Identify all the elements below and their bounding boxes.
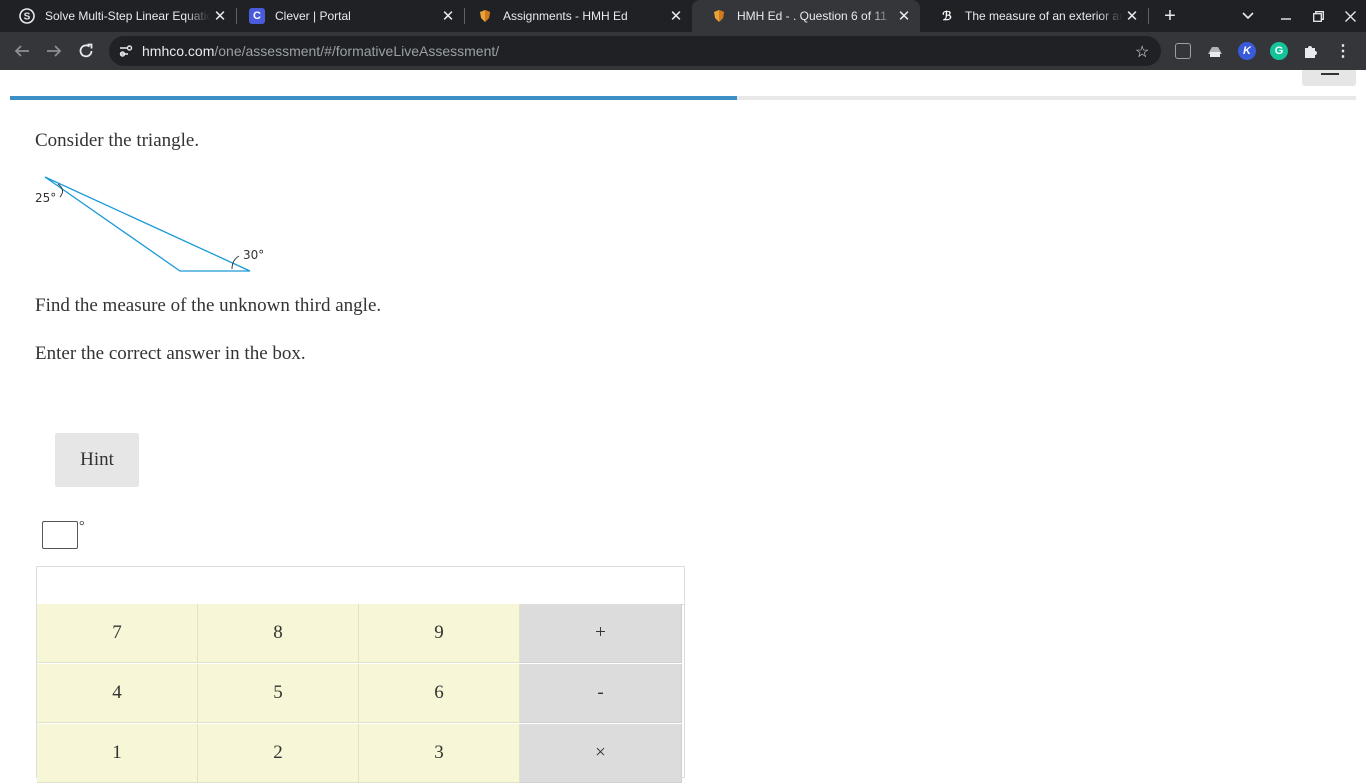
url-path: /one/assessment/#/formativeLiveAssessmen… <box>214 43 500 59</box>
key-4[interactable]: 4 <box>37 664 198 723</box>
instruction-text: Enter the correct answer in the box. <box>35 343 306 364</box>
key-times[interactable]: × <box>520 724 682 783</box>
key-plus[interactable]: + <box>520 604 682 663</box>
tab-title: Assignments - HMH Ed <box>503 9 628 23</box>
tab-title: Clever | Portal <box>275 9 351 23</box>
kami-extension-icon[interactable]: K <box>1238 42 1256 60</box>
brainly-icon: ℬ <box>942 9 952 23</box>
browser-toolbar: hmhco.com/one/assessment/#/formativeLive… <box>0 32 1366 70</box>
key-2[interactable]: 2 <box>198 724 359 783</box>
tab-title: The measure of an exterior an <box>965 9 1122 23</box>
url-host: hmhco.com <box>142 43 215 59</box>
url-text: hmhco.com/one/assessment/#/formativeLive… <box>142 43 499 59</box>
grammarly-extension-icon[interactable]: G <box>1270 42 1288 60</box>
key-7[interactable]: 7 <box>37 604 198 663</box>
tab-hmh-question[interactable]: HMH Ed - . Question 6 of 11 ✕ <box>692 0 920 32</box>
tab-exterior-angle[interactable]: ℬ The measure of an exterior an ✕ <box>920 0 1148 32</box>
kebab-menu-icon[interactable]: ⋮ <box>1334 42 1352 60</box>
address-bar[interactable]: hmhco.com/one/assessment/#/formativeLive… <box>109 36 1161 66</box>
tab-title: Solve Multi-Step Linear Equatio <box>45 9 210 23</box>
assessment-menu-button[interactable] <box>1302 70 1356 86</box>
triangle-diagram: 25° 30° <box>35 176 264 272</box>
close-icon[interactable]: ✕ <box>210 6 230 26</box>
restore-icon[interactable] <box>1302 0 1334 32</box>
svg-text:S: S <box>24 12 31 23</box>
tab-title: HMH Ed - . Question 6 of 11 <box>737 9 887 23</box>
reload-icon[interactable] <box>72 37 100 65</box>
key-3[interactable]: 3 <box>359 724 520 783</box>
close-window-icon[interactable] <box>1334 0 1366 32</box>
tab-clever-portal[interactable]: C Clever | Portal ✕ <box>230 0 464 32</box>
tab-solve-equations[interactable]: S Solve Multi-Step Linear Equatio ✕ <box>0 0 236 32</box>
progress-bar <box>10 96 1356 100</box>
extensions-puzzle-icon[interactable] <box>1302 42 1320 60</box>
angle-label-30: 30° <box>243 248 264 262</box>
tab-separator <box>1148 8 1149 24</box>
key-1[interactable]: 1 <box>37 724 198 783</box>
key-9[interactable]: 9 <box>359 604 520 663</box>
minimize-icon[interactable] <box>1270 0 1302 32</box>
hmh-icon <box>477 8 493 24</box>
screen-capture-extension-icon[interactable] <box>1175 43 1191 59</box>
key-5[interactable]: 5 <box>198 664 359 723</box>
close-icon[interactable]: ✕ <box>1122 6 1142 26</box>
new-tab-icon[interactable]: + <box>1154 0 1186 32</box>
tab-assignments[interactable]: Assignments - HMH Ed ✕ <box>458 0 692 32</box>
angle-arc-b <box>231 255 240 270</box>
angle-label-25: 25° <box>35 191 56 205</box>
close-icon[interactable]: ✕ <box>894 6 914 26</box>
triangle-shape <box>44 176 251 272</box>
question-text: Find the measure of the unknown third an… <box>35 295 382 316</box>
site-info-icon[interactable] <box>119 44 133 63</box>
close-icon[interactable]: ✕ <box>438 6 458 26</box>
keypad-display <box>37 567 684 605</box>
answer-input[interactable] <box>42 521 78 549</box>
key-8[interactable]: 8 <box>198 604 359 663</box>
tab-search-chevron-icon[interactable] <box>1232 0 1264 32</box>
degree-symbol: ° <box>79 519 85 534</box>
key-minus[interactable]: - <box>520 664 682 723</box>
bookmark-star-icon[interactable]: ☆ <box>1135 42 1149 62</box>
hint-button[interactable]: Hint <box>55 433 139 487</box>
close-icon[interactable]: ✕ <box>666 6 686 26</box>
forward-icon[interactable] <box>40 37 68 65</box>
clever-icon: C <box>249 8 265 24</box>
browser-tab-strip: S Solve Multi-Step Linear Equatio ✕ C Cl… <box>0 0 1366 32</box>
back-icon[interactable] <box>8 37 36 65</box>
math-keypad: 7 8 9 +4 5 6- 1 2 3 × <box>36 566 685 783</box>
progress-fill <box>10 96 737 100</box>
key-6[interactable]: 6 <box>359 664 520 723</box>
hmh-icon <box>711 8 727 24</box>
socratic-icon: S <box>19 8 35 24</box>
google-drive-extension-icon[interactable] <box>1206 42 1224 60</box>
question-prompt: Consider the triangle. <box>35 130 200 151</box>
